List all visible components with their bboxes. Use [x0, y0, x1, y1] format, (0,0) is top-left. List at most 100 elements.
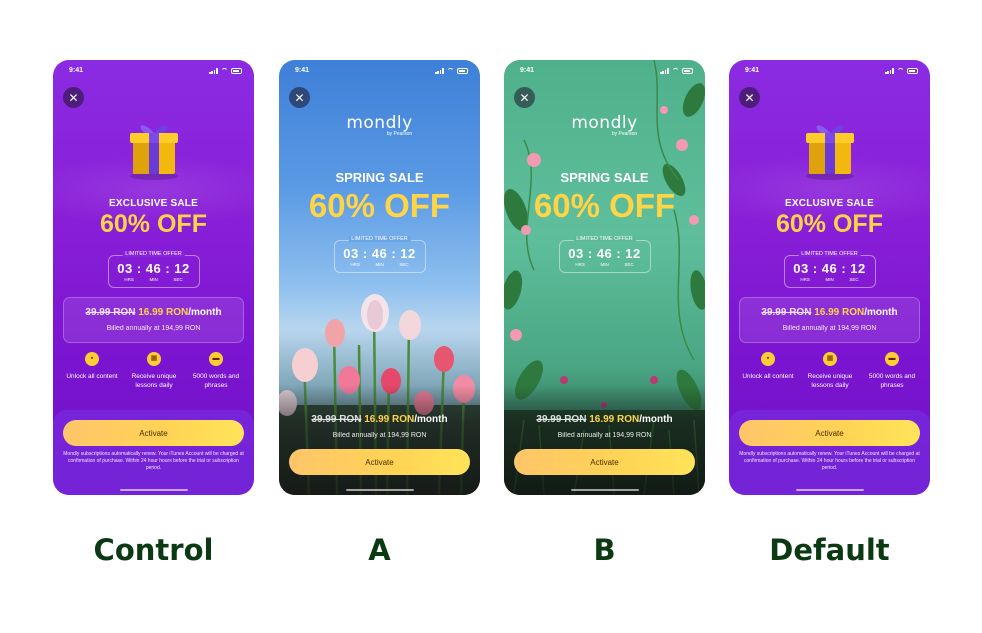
discount-text: 60% OFF [533, 187, 676, 224]
bottom-fade [279, 385, 480, 495]
status-time: 9:41 [745, 67, 760, 74]
old-price: 39.99 RON [85, 307, 136, 318]
variant-b-paywall-screen: 9:41 ✕ mondly by Pearson SPRING SALE 60%… [504, 60, 705, 495]
per-month: /month [188, 307, 222, 318]
price-card[interactable]: 39.99 RON 16.99 RON/month Billed annuall… [63, 297, 244, 343]
feature-unlock: ▪ Unlock all content [737, 352, 799, 381]
home-indicator [795, 489, 864, 491]
timer-label: LIMITED TIME OFFER [573, 236, 636, 242]
feature-label: 5000 words and phrases [868, 373, 916, 390]
feature-words: ▬ 5000 words and phrases [185, 352, 247, 391]
status-bar: 9:41 [504, 67, 705, 79]
status-icons [660, 68, 693, 74]
per-month: /month [414, 414, 448, 425]
battery-icon [907, 68, 918, 74]
timer-unit-sec: SEC [399, 262, 409, 267]
lock-icon: ▪ [761, 352, 775, 366]
variant-a-paywall-screen: 9:41 ✕ mondly by Pearson SPRING SALE 60%… [279, 60, 480, 495]
close-button[interactable]: ✕ [514, 87, 535, 108]
lock-icon: ▪ [85, 352, 99, 366]
sale-headline: SPRING SALE [560, 170, 649, 185]
countdown-timer: LIMITED TIME OFFER 03 : 46 : 12 HRS MIN … [558, 236, 651, 273]
billed-annually: Billed annually at 194,99 RON [557, 432, 652, 439]
timer-unit-hrs: HRS [575, 262, 585, 267]
new-price: 16.99 RON [364, 414, 415, 425]
home-indicator [345, 489, 414, 491]
timer-units: HRS MIN SEC [560, 262, 650, 267]
timer-unit-sec: SEC [849, 277, 859, 282]
bottom-sheet: Activate Mondly subscriptions automatica… [729, 410, 930, 495]
wifi-icon [447, 68, 454, 74]
activate-button[interactable]: Activate [514, 449, 695, 475]
chat-icon: ▬ [209, 352, 223, 366]
activate-button[interactable]: Activate [739, 420, 920, 446]
new-price: 16.99 RON [589, 414, 640, 425]
timer-digits: 03 : 46 : 12 [343, 246, 416, 261]
sale-headline: EXCLUSIVE SALE [785, 198, 874, 209]
status-icons [209, 68, 242, 74]
timer-units: HRS MIN SEC [335, 262, 425, 267]
legal-text: Mondly subscriptions automatically renew… [63, 451, 244, 471]
logo-wordmark: mondly [571, 113, 638, 133]
timer-label: LIMITED TIME OFFER [348, 236, 411, 242]
new-price: 16.99 RON [138, 307, 189, 318]
old-price: 39.99 RON [536, 414, 587, 425]
timer-digits: 03 : 46 : 12 [793, 261, 866, 276]
feature-words: ▬ 5000 words and phrases [861, 352, 923, 391]
feature-lessons: ▦ Receive unique lessons daily [123, 352, 185, 391]
caption-a: A [368, 533, 391, 567]
status-time: 9:41 [69, 67, 84, 74]
control-paywall-screen: 9:41 ✕ EXCLUSIVE SALE 60% OFF LIMITED TI… [53, 60, 254, 495]
timer-unit-hrs: HRS [350, 262, 360, 267]
activate-button[interactable]: Activate [289, 449, 470, 475]
wifi-icon [221, 68, 228, 74]
bottom-sheet: Activate Mondly subscriptions automatica… [53, 410, 254, 495]
countdown-timer: LIMITED TIME OFFER 03 : 46 : 12 HRS MIN … [333, 236, 426, 273]
gift-icon [806, 125, 854, 180]
logo-wordmark: mondly [346, 113, 413, 133]
mondly-logo: mondly by Pearson [279, 113, 480, 137]
discount-text: 60% OFF [100, 210, 207, 238]
bottom-fade [504, 385, 705, 495]
feature-lessons: ▦ Receive unique lessons daily [799, 352, 861, 391]
home-indicator [570, 489, 639, 491]
activate-button[interactable]: Activate [63, 420, 244, 446]
status-icons [435, 68, 468, 74]
close-button[interactable]: ✕ [63, 87, 84, 108]
signal-icon [660, 68, 669, 74]
price-line: 39.99 RON 16.99 RON/month [740, 307, 919, 318]
price-line[interactable]: 39.99 RON 16.99 RON/month [504, 414, 705, 425]
close-button[interactable]: ✕ [289, 87, 310, 108]
timer-unit-sec: SEC [624, 262, 634, 267]
wifi-icon [897, 68, 904, 74]
timer-label: LIMITED TIME OFFER [798, 251, 861, 257]
timer-unit-min: MIN [375, 262, 384, 267]
calendar-icon: ▦ [147, 352, 161, 366]
timer-unit-min: MIN [149, 277, 158, 282]
signal-icon [209, 68, 218, 74]
caption-default: Default [769, 533, 890, 567]
chat-icon: ▬ [885, 352, 899, 366]
caption-b: B [593, 533, 616, 567]
price-line[interactable]: 39.99 RON 16.99 RON/month [279, 414, 480, 425]
caption-control: Control [93, 533, 214, 567]
timer-unit-hrs: HRS [124, 277, 134, 282]
countdown-timer: LIMITED TIME OFFER 03 : 46 : 12 HRS MIN … [783, 251, 876, 288]
timer-unit-min: MIN [825, 277, 834, 282]
battery-icon [231, 68, 242, 74]
status-bar: 9:41 [279, 67, 480, 79]
timer-unit-hrs: HRS [800, 277, 810, 282]
status-bar: 9:41 [53, 67, 254, 79]
feature-label: 5000 words and phrases [192, 373, 240, 390]
close-button[interactable]: ✕ [739, 87, 760, 108]
timer-unit-sec: SEC [173, 277, 183, 282]
billed-annually: Billed annually at 194,99 RON [782, 325, 877, 332]
battery-icon [682, 68, 693, 74]
mondly-logo: mondly by Pearson [504, 113, 705, 137]
sale-headline: SPRING SALE [335, 170, 424, 185]
timer-units: HRS MIN SEC [785, 277, 875, 282]
calendar-icon: ▦ [823, 352, 837, 366]
per-month: /month [639, 414, 673, 425]
price-card[interactable]: 39.99 RON 16.99 RON/month Billed annuall… [739, 297, 920, 343]
countdown-timer: LIMITED TIME OFFER 03 : 46 : 12 HRS MIN … [107, 251, 200, 288]
